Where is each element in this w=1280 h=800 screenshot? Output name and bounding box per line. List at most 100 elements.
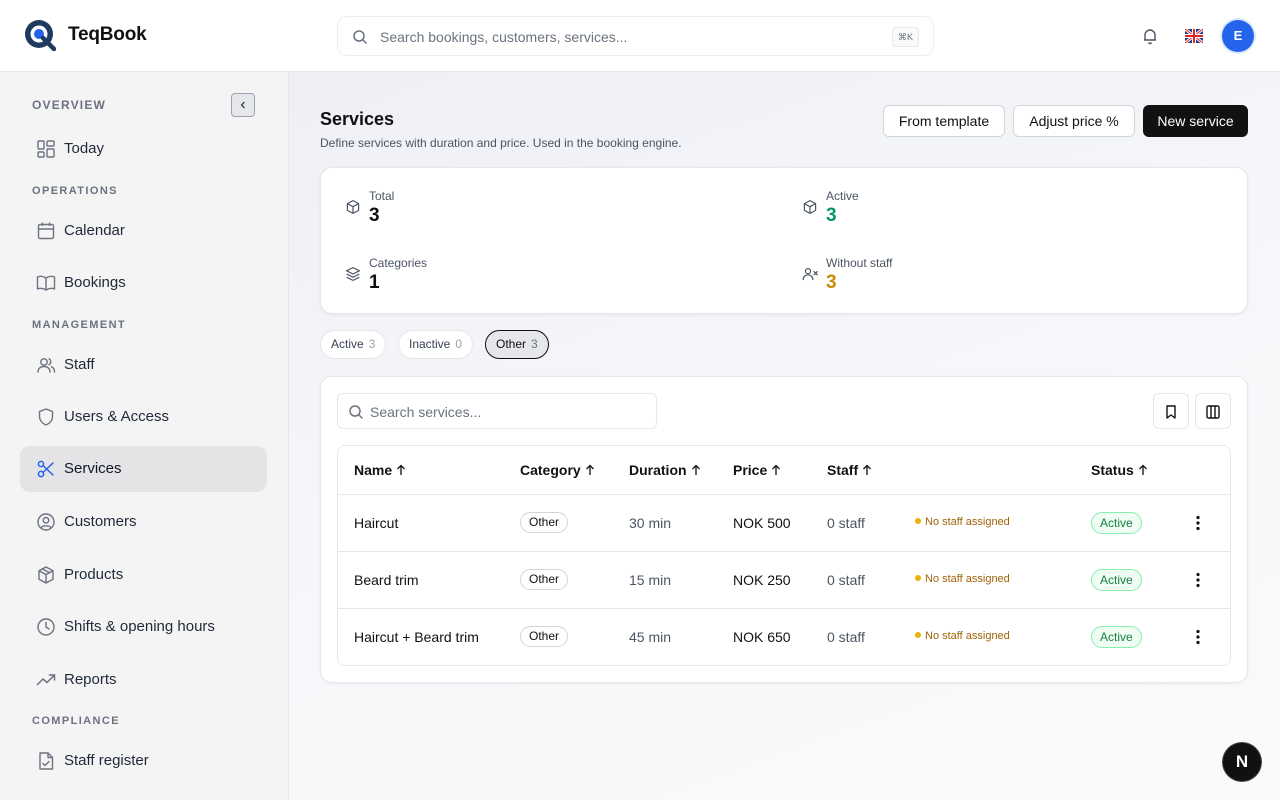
global-search-placeholder: Search bookings, customers, services...	[380, 29, 628, 45]
column-header-name[interactable]: Name	[354, 462, 406, 478]
filter-count: 0	[455, 337, 463, 351]
package-icon	[346, 200, 360, 214]
sort-arrow-icon	[863, 464, 872, 475]
sidebar-item-products[interactable]: Products	[20, 552, 267, 598]
warning-dot-icon	[915, 575, 921, 581]
search-icon	[349, 405, 363, 419]
stat-value: 1	[369, 272, 380, 293]
page-title: Services	[320, 109, 395, 129]
scissors-icon	[37, 460, 54, 478]
warning-text: No staff assigned	[925, 516, 1010, 528]
more-vertical-icon[interactable]	[1191, 628, 1205, 646]
sidebar-item-customers[interactable]: Customers	[20, 499, 267, 545]
sidebar-item-shifts[interactable]: Shifts & opening hours	[20, 604, 267, 650]
book-icon	[36, 275, 56, 291]
more-vertical-icon[interactable]	[1191, 514, 1205, 532]
sidebar-item-label: Calendar	[64, 222, 125, 239]
chevron-left-icon	[240, 101, 245, 109]
column-label: Name	[354, 462, 393, 478]
bell-icon[interactable]	[1141, 27, 1159, 45]
filter-other[interactable]: Other 3	[485, 330, 549, 359]
shield-icon	[38, 408, 54, 426]
filter-inactive[interactable]: Inactive 0	[398, 330, 474, 359]
warning-dot-icon	[915, 632, 921, 638]
service-price: NOK 650	[733, 629, 791, 645]
service-name[interactable]: Beard trim	[354, 572, 419, 588]
teqbook-logo-icon[interactable]	[24, 19, 56, 51]
warning-text: No staff assigned	[925, 630, 1010, 642]
column-header-price[interactable]: Price	[733, 462, 781, 478]
service-duration: 45 min	[629, 629, 672, 645]
no-staff-warning: No staff assigned	[915, 516, 1010, 528]
sidebar-item-services[interactable]: Services	[20, 446, 267, 492]
shortcut-hint: ⌘K	[891, 27, 919, 47]
filter-active[interactable]: Active 3	[320, 330, 387, 359]
sidebar-item-staff[interactable]: Staff	[20, 342, 267, 388]
sidebar-item-users-access[interactable]: Users & Access	[20, 394, 267, 440]
service-duration: 15 min	[629, 572, 672, 588]
no-staff-warning: No staff assigned	[915, 573, 1010, 585]
user-avatar[interactable]: E	[1222, 20, 1254, 52]
filter-count: 3	[531, 337, 538, 351]
saved-views-button[interactable]	[1153, 393, 1189, 429]
sidebar-item-reports[interactable]: Reports	[20, 657, 267, 703]
section-compliance: COMPLIANCE	[32, 715, 120, 727]
clock-icon	[37, 618, 55, 636]
service-price: NOK 500	[733, 515, 791, 531]
global-search-input[interactable]: Search bookings, customers, services... …	[337, 16, 934, 56]
from-template-button[interactable]: From template	[883, 105, 1005, 137]
category-badge: Other	[520, 569, 569, 590]
section-management: MANAGEMENT	[32, 319, 127, 331]
category-badge: Other	[520, 626, 569, 647]
more-vertical-icon[interactable]	[1191, 571, 1205, 589]
sidebar-item-label: Staff register	[64, 752, 149, 769]
column-label: Category	[520, 462, 581, 478]
staff-count: 0 staff	[827, 629, 865, 645]
new-service-button[interactable]: New service	[1143, 105, 1248, 137]
sidebar-item-staff-register[interactable]: Staff register	[20, 738, 267, 784]
adjust-price-button[interactable]: Adjust price %	[1013, 105, 1135, 137]
column-header-staff[interactable]: Staff	[827, 462, 872, 478]
filter-label: Other	[496, 337, 527, 351]
service-name[interactable]: Haircut	[354, 515, 398, 531]
column-header-category[interactable]: Category	[520, 462, 595, 478]
stat-value: 3	[826, 205, 837, 226]
category-badge: Other	[520, 512, 569, 533]
sort-arrow-icon	[691, 464, 700, 475]
filter-count: 3	[368, 337, 376, 351]
columns-button[interactable]	[1195, 393, 1231, 429]
sidebar-item-bookings[interactable]: Bookings	[20, 260, 267, 306]
column-label: Status	[1091, 462, 1134, 478]
service-search-input[interactable]: Search services...	[337, 393, 657, 429]
package-icon	[803, 200, 817, 214]
dev-tools-badge[interactable]: N	[1223, 743, 1261, 781]
sort-arrow-icon	[397, 464, 406, 475]
row-divider	[338, 494, 1230, 495]
uk-flag-icon[interactable]	[1185, 29, 1203, 43]
search-icon	[353, 30, 367, 44]
sidebar-item-label: Staff	[64, 356, 95, 373]
sidebar-item-calendar[interactable]: Calendar	[20, 208, 267, 254]
columns-icon	[1206, 405, 1220, 419]
service-duration: 30 min	[629, 515, 672, 531]
row-divider	[338, 551, 1230, 552]
brand-name[interactable]: TeqBook	[68, 24, 147, 46]
package-icon	[38, 566, 54, 584]
dashboard-icon	[37, 140, 55, 158]
layers-icon	[346, 267, 360, 281]
stat-label: Categories	[369, 256, 428, 270]
collapse-sidebar-button[interactable]	[231, 93, 255, 117]
sidebar-item-today[interactable]: Today	[20, 126, 267, 172]
sidebar-item-label: Today	[64, 140, 105, 157]
user-circle-icon	[37, 513, 55, 531]
column-header-status[interactable]: Status	[1091, 462, 1148, 478]
column-header-duration[interactable]: Duration	[629, 462, 701, 478]
service-name[interactable]: Haircut + Beard trim	[354, 629, 479, 645]
sidebar-item-label: Shifts & opening hours	[64, 618, 215, 635]
filter-label: Inactive	[409, 337, 451, 351]
top-bar: TeqBook Search bookings, customers, serv…	[0, 0, 1280, 72]
service-search-placeholder: Search services...	[370, 404, 482, 420]
filter-label: Active	[331, 337, 364, 351]
user-x-icon	[802, 268, 818, 281]
stat-label: Total	[369, 189, 395, 203]
